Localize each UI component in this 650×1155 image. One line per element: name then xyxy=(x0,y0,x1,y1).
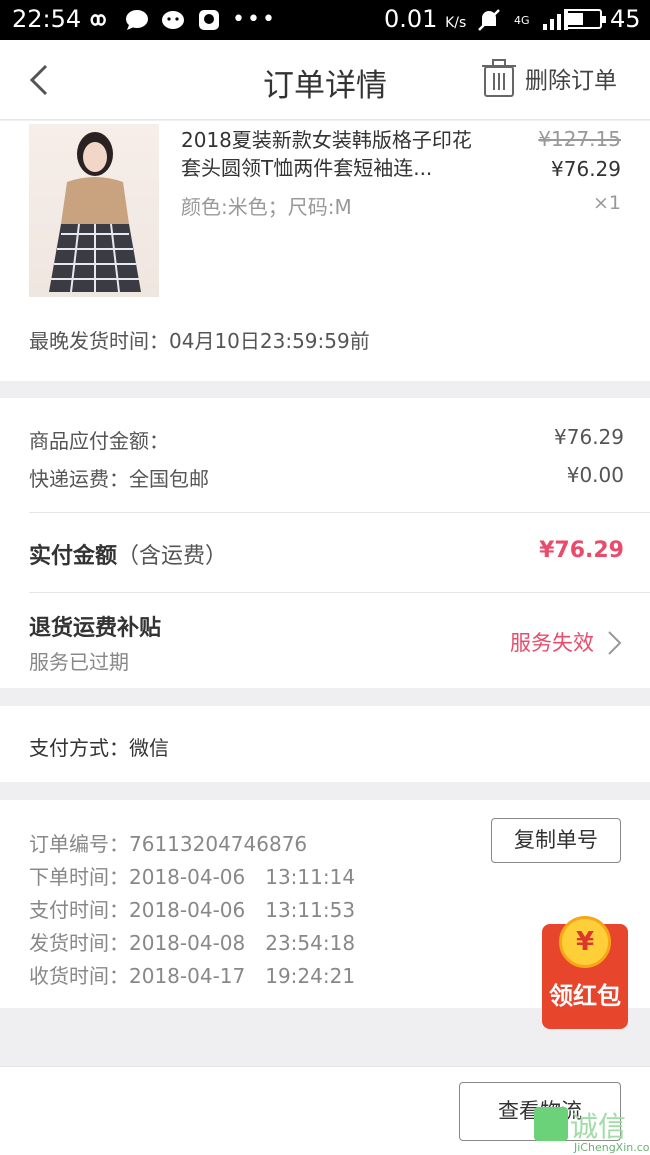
original-price: ¥127.15 xyxy=(538,127,621,151)
clock: 22:54 xyxy=(12,5,82,33)
paid-amount-value: ¥76.29 xyxy=(539,538,624,563)
return-shipping-subsidy-sub: 服务已过期 xyxy=(29,650,129,674)
chevron-right-icon[interactable] xyxy=(606,630,622,656)
shipping-fee-value: ¥0.00 xyxy=(566,463,624,487)
shipping-fee-row: 快递运费：全国包邮 ¥0.00 xyxy=(29,463,624,492)
pay-time: 支付时间：2018-04-06 13:11:53 xyxy=(29,898,356,922)
more-icon: ••• xyxy=(232,7,277,32)
watermark: 诚信 JiChengXin.com xyxy=(534,1107,650,1155)
goods-amount-row: 商品应付金额： ¥76.29 xyxy=(29,425,624,454)
goods-amount-label: 商品应付金额： xyxy=(29,429,169,453)
red-packet-button[interactable]: ¥ 领红包 xyxy=(542,916,628,1029)
battery-level: 45 xyxy=(610,5,641,33)
copy-order-number-button[interactable]: 复制单号 xyxy=(491,818,621,863)
order-time: 下单时间：2018-04-06 13:11:14 xyxy=(29,865,356,889)
divider xyxy=(29,592,650,593)
qq-icon xyxy=(199,9,219,30)
product-photo xyxy=(49,132,141,293)
status-bar: 22:54 ••• 0.01 K/s 4G 45 xyxy=(0,0,650,40)
product-title[interactable]: 2018夏装新款女装韩版格子印花套头圆领T恤两件套短袖连... xyxy=(181,126,481,182)
notification-icons: ••• xyxy=(88,7,277,32)
delete-order-label: 删除订单 xyxy=(525,68,617,94)
product-quantity: ×1 xyxy=(592,192,621,214)
trash-icon xyxy=(482,59,516,97)
divider xyxy=(29,512,650,513)
network-type: 4G xyxy=(514,13,530,27)
product-price: ¥76.29 xyxy=(551,157,621,181)
delete-order-button[interactable]: 删除订单 xyxy=(481,58,617,98)
infinity-icon xyxy=(90,13,106,26)
payment-summary-card: 商品应付金额： ¥76.29 快递运费：全国包邮 ¥0.00 实付金额（含运费）… xyxy=(0,398,650,688)
goods-amount-value: ¥76.29 xyxy=(554,425,624,449)
receive-time: 收货时间：2018-04-17 19:24:21 xyxy=(29,964,356,988)
paid-label-note: （含运费） xyxy=(117,544,228,569)
return-shipping-subsidy-label: 退货运费补贴 xyxy=(29,616,162,641)
nav-bar: 订单详情 删除订单 xyxy=(0,40,650,120)
payment-method: 支付方式：微信 xyxy=(29,736,169,760)
order-number: 订单编号：76113204746876 xyxy=(29,832,308,856)
paid-label-text: 实付金额 xyxy=(29,544,118,569)
product-spec: 颜色:米色；尺码:M xyxy=(181,195,352,219)
service-status-link[interactable]: 服务失效 xyxy=(510,627,594,657)
product-image[interactable] xyxy=(29,124,159,297)
payment-method-card: 支付方式：微信 xyxy=(0,706,650,782)
red-packet-label: 领红包 xyxy=(549,982,621,1010)
watermark-logo-icon xyxy=(534,1107,568,1141)
mute-icon xyxy=(478,9,500,31)
battery-icon xyxy=(564,9,606,29)
paid-amount-label: 实付金额（含运费） xyxy=(29,538,227,570)
ship-deadline: 最晚发货时间：04月10日23:59:59前 xyxy=(29,329,370,353)
product-card: 2018夏装新款女装韩版格子印花套头圆领T恤两件套短袖连... 颜色:米色；尺码… xyxy=(0,121,650,381)
chat-bubble-icon xyxy=(126,9,148,30)
watermark-name: 诚信 xyxy=(570,1110,627,1143)
coin-icon: ¥ xyxy=(559,916,611,968)
watermark-url: JiChengXin.com xyxy=(574,1141,650,1154)
network-speed: 0.01 K/s xyxy=(384,5,467,33)
wechat-icon xyxy=(162,10,184,29)
shipping-fee-label: 快递运费：全国包邮 xyxy=(29,467,209,491)
system-icons: 4G xyxy=(476,8,568,32)
ship-time: 发货时间：2018-04-08 23:54:18 xyxy=(29,931,356,955)
